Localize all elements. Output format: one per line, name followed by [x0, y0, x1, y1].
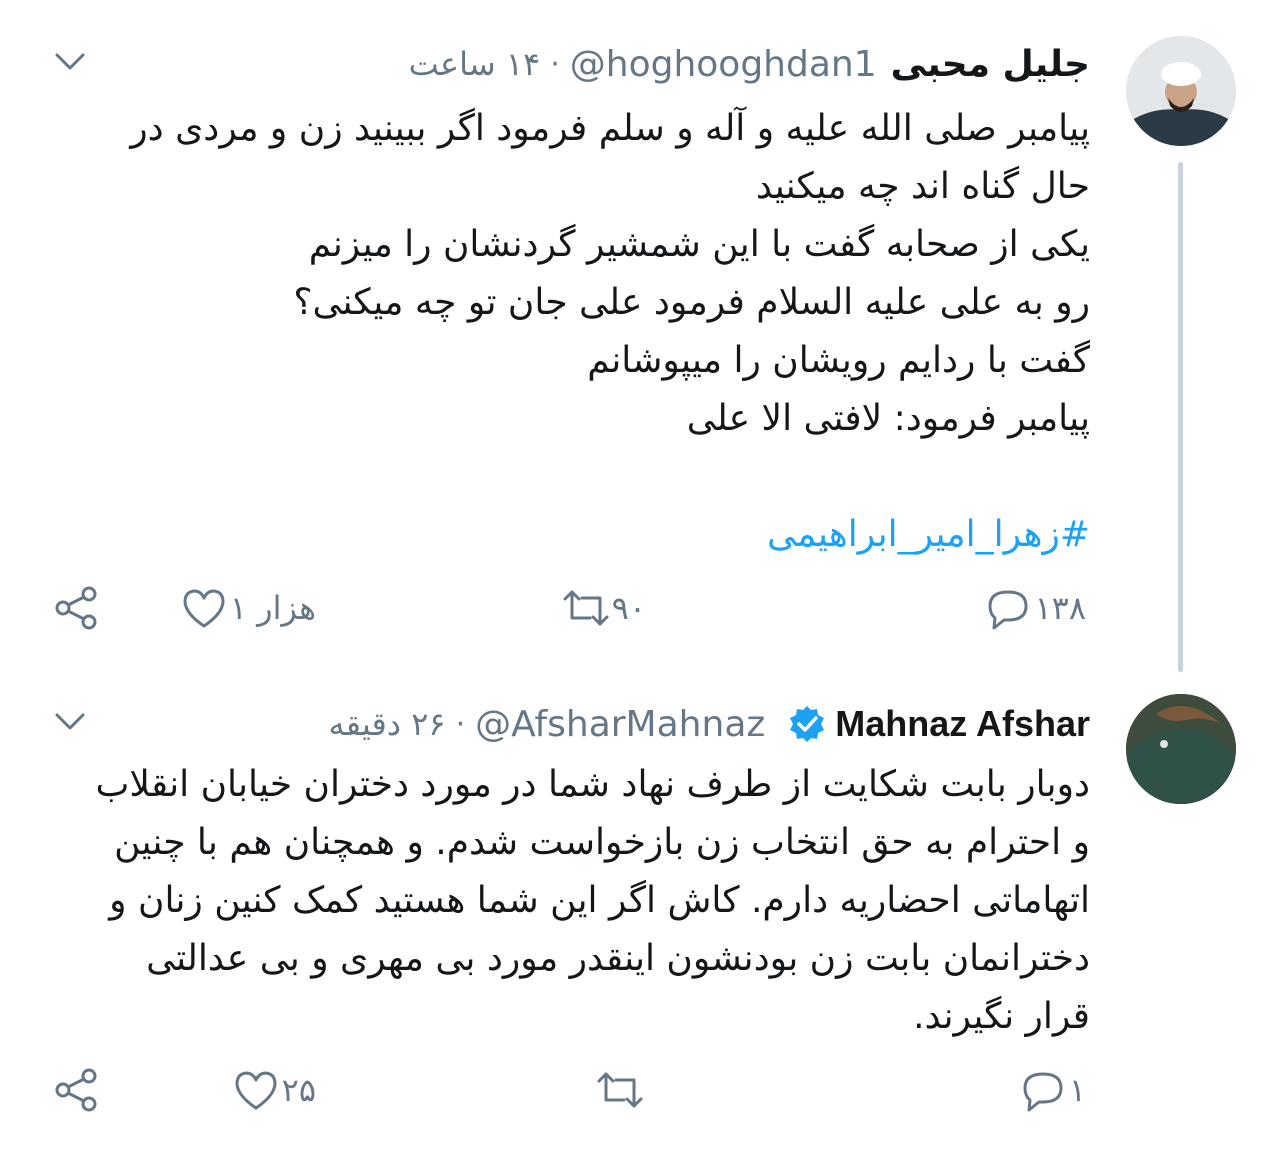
heart-icon — [235, 1071, 277, 1110]
share-icon — [55, 1068, 97, 1112]
display-name[interactable]: جلیل محبی — [891, 44, 1090, 85]
like-count: ۱ هزار — [229, 589, 316, 627]
heart-icon — [183, 589, 225, 628]
tweet-line: قرار نگیرند. — [913, 996, 1090, 1037]
retweet-button[interactable]: ۹۰ — [560, 578, 660, 638]
reply-button[interactable]: ۱۳۸ — [982, 578, 1100, 638]
tweet-header: جلیل محبی @hoghooghdan1 · ۱۴ ساعت — [40, 36, 1090, 92]
retweet-button[interactable] — [594, 1060, 660, 1120]
avatar[interactable] — [1126, 694, 1236, 804]
separator-dot: · — [550, 46, 560, 82]
like-button[interactable]: ۲۵ — [230, 1060, 330, 1120]
retweet-icon — [597, 1072, 643, 1108]
tweet-line: پیامبر صلی الله علیه و آله و سلم فرمود ا… — [130, 108, 1090, 149]
reply-count: ۱۳۸ — [1034, 589, 1086, 627]
tweet-line: حال گناه اند چه میکنید — [755, 166, 1090, 207]
tweet-line: دخترانمان بابت زن بودنشون اینقدر مورد بی… — [146, 938, 1090, 979]
tweet-actions: ۱ ۲۵ — [40, 1060, 1100, 1120]
share-button[interactable] — [50, 1060, 102, 1120]
share-button[interactable] — [50, 578, 102, 638]
retweet-icon — [563, 590, 609, 626]
hashtag-link[interactable]: #زهرا_امیر_ابراهیمی — [40, 506, 1090, 564]
tweet-line: گفت با ردایم رویشان را میپوشانم — [587, 340, 1090, 381]
timestamp[interactable]: ۱۴ ساعت — [409, 45, 541, 83]
chevron-down-icon[interactable] — [52, 44, 88, 80]
reply-count: ۱ — [1068, 1071, 1086, 1109]
display-name[interactable]: Mahnaz Afshar — [835, 703, 1090, 745]
tweet-text: پیامبر صلی الله علیه و آله و سلم فرمود ا… — [40, 100, 1090, 564]
tweet-line: اتهاماتی احضاریه دارم. کاش اگر این شما ه… — [109, 880, 1090, 921]
avatar[interactable] — [1126, 36, 1236, 146]
share-icon — [55, 586, 97, 630]
tweet-line: و احترام به حق انتخاب زن بازخواست شدم. و… — [114, 822, 1090, 863]
chevron-down-icon[interactable] — [52, 704, 88, 740]
user-handle[interactable]: @hoghooghdan1 — [570, 44, 877, 85]
retweet-count: ۹۰ — [611, 589, 646, 627]
reply-icon — [1023, 1072, 1063, 1112]
like-count: ۲۵ — [281, 1071, 316, 1109]
thread-line — [1178, 162, 1183, 672]
tweet-text: دوبار بابت شکایت از طرف نهاد شما در مورد… — [40, 756, 1090, 1046]
verified-badge-icon — [790, 706, 825, 742]
tweet-1[interactable]: جلیل محبی @hoghooghdan1 · ۱۴ ساعت پیامبر… — [0, 0, 1280, 690]
separator-dot: · — [455, 706, 466, 742]
reply-icon — [988, 590, 1028, 630]
timestamp[interactable]: ۲۶ دقیقه — [328, 705, 445, 743]
user-handle[interactable]: @AfsharMahnaz — [475, 704, 765, 745]
tweet-2[interactable]: Mahnaz Afshar @AfsharMahnaz · ۲۶ دقیقه د… — [0, 690, 1280, 1155]
tweet-header: Mahnaz Afshar @AfsharMahnaz · ۲۶ دقیقه — [40, 696, 1090, 752]
like-button[interactable]: ۱ هزار — [178, 578, 330, 638]
tweet-line: پیامبر فرمود: لافتی الا علی — [686, 398, 1090, 439]
tweet-line: دوبار بابت شکایت از طرف نهاد شما در مورد… — [95, 764, 1090, 805]
reply-button[interactable]: ۱ — [1017, 1060, 1100, 1120]
tweet-line: رو به علی علیه السلام فرمود علی جان تو چ… — [293, 282, 1090, 323]
tweet-actions: ۱۳۸ ۹۰ ۱ هزار — [40, 578, 1100, 638]
tweet-line: یکی از صحابه گفت با این شمشیر گردنشان را… — [308, 224, 1090, 265]
